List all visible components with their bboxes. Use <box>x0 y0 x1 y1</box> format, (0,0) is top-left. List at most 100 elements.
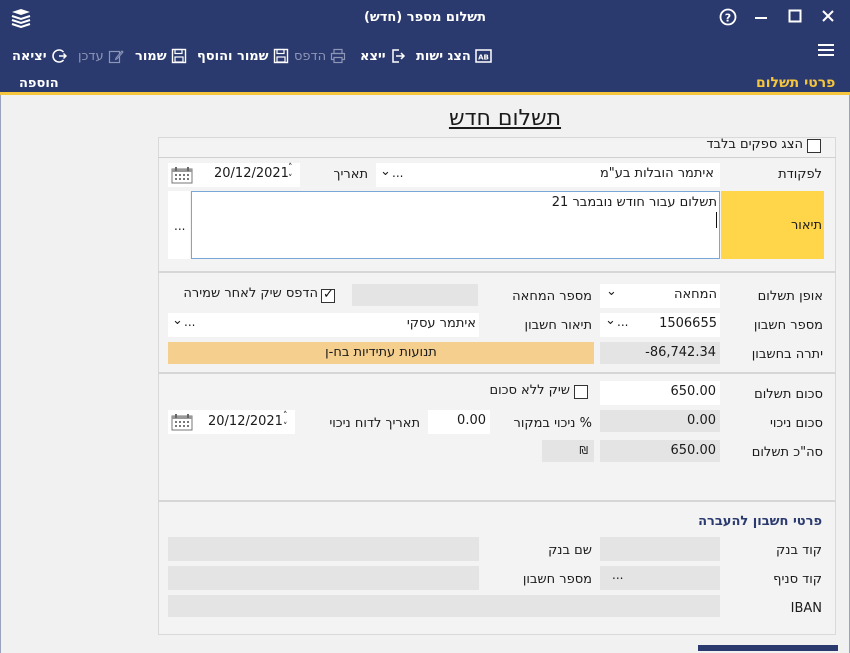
amount-label: סכום תשלום <box>754 387 823 402</box>
check-no-amount-label: שיק ללא סכום <box>489 383 570 398</box>
deduction-label: סכום ניכוי <box>769 416 823 431</box>
payment-method-label: אופן תשלום <box>757 289 823 304</box>
section-title: פרטי תשלום <box>756 75 836 91</box>
show-entity-label: הצג ישות <box>416 48 471 64</box>
payee-dropdown-icon[interactable]: ⌄ <box>380 164 391 179</box>
account-dropdown-icon[interactable]: ⌄ <box>605 313 616 328</box>
svg-text:AB: AB <box>478 54 489 62</box>
check-no-amount-checkbox[interactable] <box>574 385 588 399</box>
account-desc-more-button[interactable]: ... <box>184 315 195 329</box>
minimize-icon <box>755 17 767 19</box>
printer-icon <box>331 48 346 64</box>
maximize-button[interactable] <box>785 8 805 28</box>
form-heading: תשלום חדש <box>448 106 562 131</box>
export-button[interactable]: ייצא <box>360 47 406 65</box>
description-textarea[interactable]: תשלום עבור חודש נובמבר 21 <box>191 191 720 259</box>
update-label: עדכן <box>78 48 104 64</box>
floppy-disk-icon <box>171 48 186 64</box>
print-label: הדפס <box>294 48 327 64</box>
date-spinner-icon[interactable]: ˄ ˅ <box>283 411 288 433</box>
transfer-account-number-label: מספר חשבון <box>522 572 592 587</box>
account-desc-select[interactable]: איתמר עסקי ⌄ ... <box>168 313 479 337</box>
horizontal-scrollbar-thumb[interactable] <box>698 645 838 651</box>
transfer-section-title: פרטי חשבון להעברה <box>698 514 822 529</box>
iban-field[interactable] <box>168 595 720 617</box>
save-label: שמור <box>135 48 167 64</box>
check-number-field[interactable] <box>352 284 478 306</box>
deduction-report-date-field[interactable]: 20/12/2021 ˄ ˅ <box>168 410 295 434</box>
account-desc-value: איתמר עסקי <box>406 316 476 331</box>
date-field[interactable]: 20/12/2021 ˄ ˅ <box>168 163 300 187</box>
save-and-add-button[interactable]: שמור והוסף <box>197 47 289 65</box>
date-label: תאריך <box>333 167 368 182</box>
show-entity-button[interactable]: הצג ישות AB <box>416 47 492 65</box>
maximize-icon <box>788 9 802 23</box>
account-number-value: 1506655 <box>659 316 717 331</box>
transfer-account-number-field[interactable] <box>168 566 479 590</box>
save-add-icon <box>273 48 288 64</box>
close-icon <box>822 10 834 22</box>
account-number-label: מספר חשבון <box>753 318 823 333</box>
payee-select[interactable]: איתמר הובלות בע"מ <box>376 163 720 187</box>
payment-method-dropdown-icon: ⌄ <box>606 284 617 299</box>
help-button[interactable]: ? <box>718 8 738 28</box>
exit-button[interactable]: יציאה <box>12 47 67 65</box>
payee-label: לפקודת <box>778 167 822 182</box>
title-bar: תשלום מספר (חדש) ? <box>0 0 850 36</box>
branch-more-button[interactable]: ... <box>612 568 623 582</box>
branch-code-field[interactable]: ... <box>600 566 720 590</box>
svg-text:?: ? <box>725 12 731 25</box>
bank-name-field <box>168 537 479 561</box>
future-transactions-button[interactable]: תנועות עתידיות בח-ן <box>168 342 594 364</box>
id-card-icon: AB <box>475 49 492 63</box>
account-number-field[interactable]: 1506655 ⌄ ... <box>600 313 720 337</box>
date-value: 20/12/2021 <box>214 166 289 181</box>
account-desc-label: תיאור חשבון <box>524 318 592 333</box>
export-icon <box>391 49 405 63</box>
payment-method-value: המחאה <box>674 287 717 302</box>
calendar-icon[interactable] <box>171 166 193 184</box>
calendar-icon[interactable] <box>171 413 193 431</box>
date-spinner-icon[interactable]: ˄ ˅ <box>288 163 293 185</box>
edit-icon <box>108 50 124 64</box>
payee-more-button[interactable]: ... <box>392 166 403 180</box>
amount-field[interactable]: 650.00 <box>600 381 720 405</box>
divider <box>158 372 836 374</box>
description-value: תשלום עבור חודש נובמבר 21 <box>551 195 717 210</box>
save-and-add-label: שמור והוסף <box>197 48 269 64</box>
currency-field: ₪ <box>542 440 594 462</box>
description-more-button[interactable]: ... <box>174 219 185 233</box>
bank-code-field[interactable] <box>600 537 720 561</box>
divider <box>158 271 836 273</box>
iban-label: IBAN <box>790 601 822 616</box>
print-check-checkbox[interactable] <box>321 287 335 303</box>
description-label: תיאור <box>790 218 822 233</box>
bank-code-label: קוד בנק <box>776 543 822 558</box>
text-cursor <box>716 212 717 228</box>
deduction-report-date-value: 20/12/2021 <box>208 414 283 429</box>
section-band: פרטי תשלום הוספה <box>0 74 850 95</box>
exit-circle-icon <box>51 49 67 63</box>
print-button[interactable]: הדפס <box>294 47 346 65</box>
update-button[interactable]: עדכן <box>78 47 124 65</box>
close-button[interactable] <box>818 8 838 28</box>
save-button[interactable]: שמור <box>135 47 187 65</box>
payment-method-select[interactable]: המחאה ⌄ <box>600 284 720 308</box>
minimize-button[interactable] <box>751 8 771 28</box>
deduction-field: 0.00 <box>600 410 720 432</box>
total-label: סה"כ תשלום <box>751 445 823 460</box>
account-desc-dropdown-icon: ⌄ <box>172 313 183 328</box>
withholding-pct-field[interactable]: 0.00 <box>428 410 490 434</box>
description-more-box[interactable]: ... <box>168 191 190 259</box>
mode-label: הוספה <box>19 76 59 91</box>
show-suppliers-only-label: הצג ספקים בלבד <box>706 137 803 152</box>
check-number-label: מספר המחאה <box>512 289 592 304</box>
hamburger-menu-icon[interactable] <box>818 43 834 57</box>
show-suppliers-only-checkbox[interactable] <box>807 139 821 153</box>
account-more-button[interactable]: ... <box>617 315 628 329</box>
help-circle-icon: ? <box>719 8 737 26</box>
toolbar: הצג ישות AB ייצא הדפס שמור והוסף שמור עד… <box>0 36 850 74</box>
withholding-pct-label: % ניכוי במקור <box>513 416 592 431</box>
balance-field: -86,742.34 <box>600 342 720 364</box>
bank-name-label: שם בנק <box>548 543 592 558</box>
